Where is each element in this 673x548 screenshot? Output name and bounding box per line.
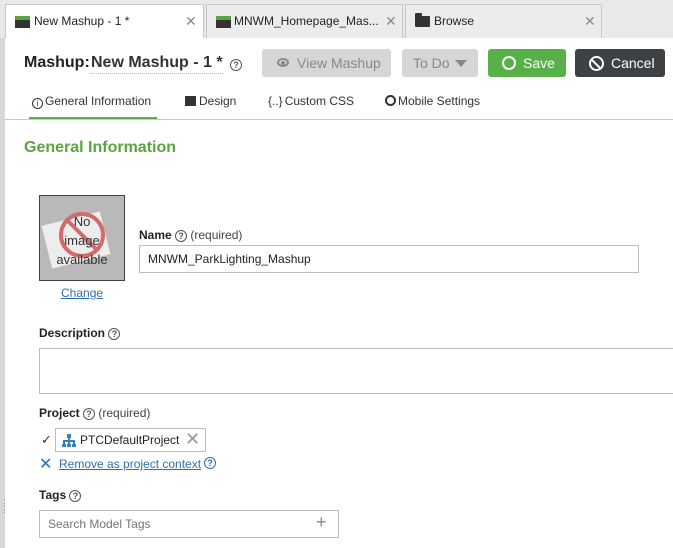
tab-label: Design — [199, 94, 237, 108]
project-chip[interactable]: PTCDefaultProject ✕ — [55, 428, 206, 452]
todo-label: To Do — [413, 55, 450, 71]
description-textarea[interactable] — [39, 348, 673, 394]
drag-handle-icon[interactable]: ⋮ ⋮ — [0, 499, 9, 514]
left-collapse-strip[interactable]: ⋮ ⋮ — [0, 38, 9, 548]
name-input[interactable]: MNWM_ParkLighting_Mashup — [139, 245, 639, 273]
tab-general-information[interactable]: i General Information — [32, 94, 151, 109]
description-label: Description ? — [39, 326, 121, 340]
project-label: Project ? (required) — [39, 406, 151, 420]
mashup-image[interactable]: No image available — [39, 195, 125, 281]
view-mashup-label: View Mashup — [297, 55, 381, 71]
tab-label: General Information — [45, 94, 152, 108]
cancel-label: Cancel — [611, 55, 655, 71]
design-icon — [185, 96, 196, 106]
tab-divider — [5, 119, 673, 120]
tab-label: MNWM_Homepage_Mas... — [234, 14, 379, 28]
name-label: Name ? (required) — [139, 228, 243, 242]
tab-label: New Mashup - 1 * — [34, 14, 130, 28]
help-icon[interactable]: ? — [108, 328, 121, 340]
todo-dropdown-button[interactable]: To Do — [402, 49, 478, 77]
tab-mobile-settings[interactable]: Mobile Settings — [385, 94, 480, 108]
remove-project-context-link[interactable]: Remove as project context — [59, 457, 201, 471]
mashup-icon — [216, 16, 231, 28]
tab-homepage-mashup[interactable]: MNWM_Homepage_Mas... ✕ — [206, 4, 403, 38]
save-label: Save — [523, 55, 555, 71]
save-button[interactable]: Save — [488, 49, 566, 77]
tags-label: Tags ? — [39, 488, 82, 502]
help-icon[interactable]: ? — [83, 408, 96, 420]
tab-design[interactable]: Design — [185, 94, 236, 108]
tab-new-mashup[interactable]: New Mashup - 1 * ✕ — [5, 4, 204, 38]
section-title: General Information — [24, 139, 177, 156]
help-icon[interactable]: ? — [69, 490, 82, 502]
add-tag-icon[interactable]: + — [316, 512, 327, 533]
help-icon[interactable]: ? — [230, 59, 242, 71]
project-chip-label: PTCDefaultProject — [80, 433, 180, 447]
close-icon[interactable]: ✕ — [385, 13, 397, 30]
remove-chip-icon[interactable]: ✕ — [185, 429, 200, 450]
tab-label: Browse — [434, 14, 475, 28]
save-circle-icon — [502, 56, 516, 70]
eye-icon — [277, 58, 289, 67]
info-icon: i — [32, 98, 43, 109]
mashup-name-field[interactable]: New Mashup - 1 * — [91, 54, 223, 74]
close-icon[interactable]: ✕ — [584, 13, 596, 30]
mashup-icon — [15, 16, 30, 28]
gear-icon — [385, 95, 396, 106]
ban-icon — [589, 56, 604, 71]
css-braces-icon: {..} — [268, 94, 283, 108]
no-image-text: No image available — [56, 214, 108, 267]
remove-context-icon[interactable]: ✕ — [39, 454, 52, 474]
close-icon[interactable]: ✕ — [185, 13, 197, 30]
cancel-button[interactable]: Cancel — [575, 49, 665, 77]
view-mashup-button[interactable]: View Mashup — [262, 49, 391, 77]
check-icon: ✓ — [41, 432, 52, 447]
help-icon[interactable]: ? — [204, 457, 216, 469]
caret-down-icon — [455, 60, 467, 67]
entity-type-label: Mashup: — [24, 54, 90, 71]
tab-label: Custom CSS — [284, 94, 355, 108]
change-image-link[interactable]: Change — [61, 286, 103, 300]
tab-label: Mobile Settings — [398, 94, 481, 108]
folder-icon — [415, 13, 430, 27]
project-tree-icon — [62, 434, 76, 447]
tab-browse[interactable]: Browse ✕ — [405, 4, 602, 38]
editor-tab-strip: New Mashup - 1 * ✕ MNWM_Homepage_Mas... … — [0, 0, 673, 38]
help-icon[interactable]: ? — [175, 230, 188, 242]
tags-search-input[interactable] — [39, 510, 339, 538]
tab-custom-css[interactable]: {..} Custom CSS — [268, 94, 354, 108]
